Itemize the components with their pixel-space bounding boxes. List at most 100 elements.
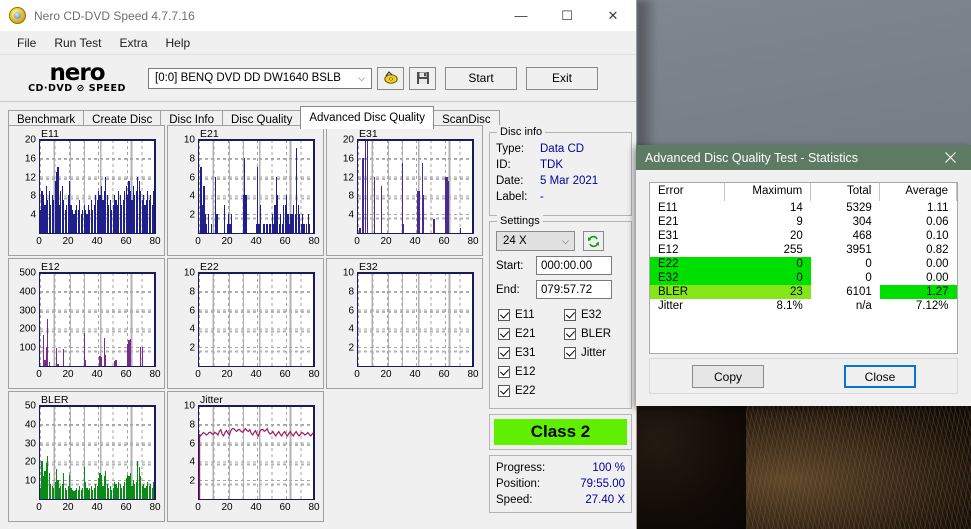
x-tick-label: 0 — [354, 369, 360, 380]
cell-total: 0 — [865, 258, 872, 270]
wallpaper-fur-shadow — [636, 405, 746, 529]
checkbox-label-e12: E12 — [515, 365, 536, 378]
menu-file[interactable]: File — [8, 34, 45, 52]
y-tick-label: 6 — [189, 172, 195, 184]
toolbar: nero CD·DVD ⊘ SPEED [0:0] BENQ DVD DD DW… — [0, 55, 636, 102]
checkbox-label-e31: E31 — [515, 346, 536, 359]
checkbox-row-e11[interactable]: E11 — [498, 305, 564, 324]
y-tick-label: 500 — [19, 267, 36, 279]
y-tick-label: 8 — [189, 286, 195, 298]
copy-button[interactable]: Copy — [692, 365, 764, 388]
chart-title-e22: E22 — [200, 261, 219, 273]
tab-advanced-disc-quality[interactable]: Advanced Disc Quality — [300, 106, 435, 129]
plot-axis-right — [313, 140, 315, 234]
close-button[interactable]: ✕ — [590, 0, 636, 31]
chart-title-jitter: Jitter — [200, 394, 223, 406]
minimize-button[interactable]: — — [498, 0, 544, 31]
cell-total: 304 — [852, 216, 872, 228]
cell-maximum: 14 — [789, 202, 803, 214]
checkbox-e31[interactable] — [498, 346, 510, 359]
checkbox-e32[interactable] — [564, 308, 576, 321]
status-row-progress: Progress: 100 % — [490, 460, 631, 476]
checkbox-e12[interactable] — [498, 365, 510, 378]
disc-eject-button[interactable] — [377, 66, 404, 90]
x-tick-label: 0 — [195, 369, 201, 380]
refresh-button[interactable] — [583, 231, 604, 251]
class-badge: Class 2 — [494, 419, 627, 445]
checkbox-row-e31[interactable]: E31 — [498, 343, 564, 362]
end-position-row: End: 079:57.72 — [490, 280, 631, 299]
menu-run-test[interactable]: Run Test — [45, 34, 110, 52]
bar-series — [40, 140, 155, 233]
class-group: Class 2 — [489, 414, 632, 450]
cell-total: 468 — [852, 230, 872, 242]
disc-info-key-type: Type: — [496, 143, 525, 155]
x-tick-label: 40 — [91, 236, 103, 247]
y-tick-label: 2 — [189, 209, 195, 221]
plot-area-e32 — [357, 273, 473, 367]
drive-select[interactable]: [0:0] BENQ DVD DD DW1640 BSLB ⌵ — [148, 67, 372, 89]
x-tick-label: 20 — [221, 369, 233, 380]
plot-area-e11 — [39, 140, 155, 234]
plot-area-e21 — [198, 140, 314, 234]
x-tick-label: 80 — [149, 369, 161, 380]
checkbox-e11[interactable] — [498, 308, 510, 321]
plot-axis-right — [154, 140, 156, 234]
x-tick-label: 60 — [438, 369, 450, 380]
chart-cell-e21: E21 2 4 6 8 10 0 20 40 60 80 — [167, 125, 324, 256]
checkbox-row-jitter[interactable]: Jitter — [564, 343, 630, 362]
checkbox-row-bler[interactable]: BLER — [564, 324, 630, 343]
error-type-checkbox-grid: E11 E21 E31 E12 E22 E32 BLER Jitter — [490, 299, 631, 404]
checkbox-jitter[interactable] — [564, 346, 576, 359]
exit-button[interactable]: Exit — [526, 66, 598, 90]
checkbox-row-e21[interactable]: E21 — [498, 324, 564, 343]
end-input[interactable]: 079:57.72 — [536, 280, 612, 299]
close-dialog-button[interactable]: Close — [844, 365, 916, 388]
start-button[interactable]: Start — [445, 66, 517, 90]
x-tick-label: 80 — [308, 502, 320, 513]
checkbox-label-e32: E32 — [581, 308, 602, 321]
save-button[interactable] — [409, 66, 436, 90]
y-tick-label: 40 — [24, 419, 36, 431]
y-tick-label: 10 — [183, 400, 195, 412]
x-tick-label: 80 — [467, 236, 479, 247]
x-tick-label: 20 — [62, 236, 74, 247]
cell-maximum: 8.1% — [776, 300, 803, 312]
checkbox-row-e12[interactable]: E12 — [498, 362, 564, 381]
cell-error: E21 — [658, 216, 679, 228]
y-tick-label: 20 — [24, 134, 36, 146]
chart-title-e11: E11 — [41, 128, 59, 140]
table-row: BLER 23 6101 1.27 — [650, 285, 957, 299]
menu-help[interactable]: Help — [157, 34, 200, 52]
checkbox-row-e32[interactable]: E32 — [564, 305, 630, 324]
y-tick-label: 16 — [24, 153, 36, 165]
chart-title-e21: E21 — [200, 128, 219, 140]
menu-extra[interactable]: Extra — [110, 34, 156, 52]
disc-info-row-label: Label: - — [490, 189, 631, 205]
cell-maximum: 23 — [724, 285, 811, 299]
plot-area-e31 — [357, 140, 473, 234]
checkbox-bler[interactable] — [564, 327, 576, 340]
x-tick-label: 20 — [380, 369, 392, 380]
cell-maximum: 0 — [724, 257, 811, 271]
cell-average: 0.10 — [926, 230, 949, 242]
x-tick-label: 0 — [195, 502, 201, 513]
cell-maximum: 20 — [789, 230, 803, 242]
checkbox-row-e22[interactable]: E22 — [498, 381, 564, 400]
cell-error: E31 — [658, 230, 679, 242]
x-tick-label: 0 — [36, 236, 42, 247]
chart-cell-e31: E31 4 8 12 16 20 0 20 40 60 80 — [326, 125, 483, 256]
x-tick-label: 60 — [120, 236, 132, 247]
cell-error: E11 — [658, 202, 678, 214]
status-key-progress: Progress: — [496, 462, 546, 474]
maximize-button[interactable]: ☐ — [544, 0, 590, 31]
y-tick-label: 4 — [348, 209, 354, 221]
cell-total: 3951 — [846, 244, 872, 256]
checkbox-e21[interactable] — [498, 327, 510, 340]
chevron-down-icon: ⌵ — [358, 72, 365, 83]
start-input[interactable]: 000:00.00 — [536, 256, 612, 275]
dialog-close-button[interactable] — [929, 145, 971, 170]
speed-select[interactable]: 24 X ⌵ — [496, 231, 575, 251]
checkbox-e22[interactable] — [498, 384, 510, 397]
chart-cell-bler: BLER 10 20 30 40 50 0 20 40 60 80 — [8, 391, 165, 522]
